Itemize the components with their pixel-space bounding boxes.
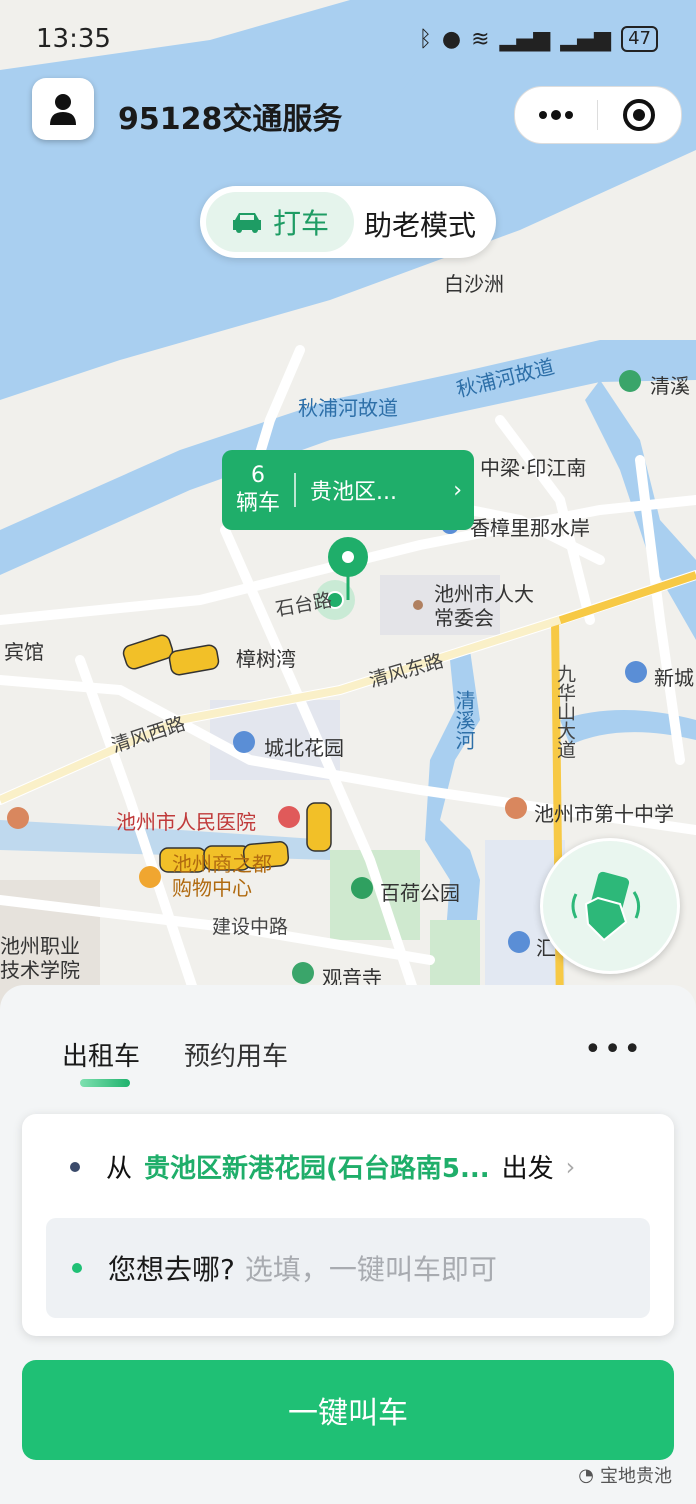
location-icon: ●: [441, 26, 462, 52]
user-profile-button[interactable]: [32, 78, 94, 140]
map-label: 宾馆: [4, 640, 44, 664]
more-dots-icon: [539, 110, 573, 120]
map-label: 池州市第十中学: [534, 802, 674, 826]
map-label: 池州市人大 常委会: [434, 582, 534, 630]
map-label: 秋浦河故道: [298, 396, 398, 420]
map-label: 清溪河: [452, 690, 476, 750]
car-count-unit: 辆车: [235, 491, 280, 516]
map-label: 池州商之都 购物中心: [172, 852, 272, 900]
mode-taxi-label: 打车: [272, 207, 329, 240]
chevron-right-icon: ›: [565, 1152, 576, 1181]
destination-placeholder: 选填，一键叫车即可: [244, 1253, 497, 1286]
battery-icon: 47: [621, 26, 658, 52]
map-label: 池州市人民医院: [116, 810, 256, 834]
mode-taxi-tab[interactable]: 打车: [206, 192, 354, 252]
close-mini-program-button[interactable]: [598, 87, 680, 143]
tab-reserve[interactable]: 预约用车: [184, 1036, 288, 1073]
destination-question: 您想去哪?: [108, 1253, 235, 1286]
wechat-icon: ◔: [578, 1464, 594, 1486]
watermark: ◔ 宝地贵池: [578, 1462, 672, 1488]
map-label: 白沙洲: [444, 272, 504, 296]
car-icon: [232, 213, 261, 233]
mode-switch: 打车 助老模式: [200, 186, 496, 258]
map-label: 樟树湾: [236, 647, 296, 671]
map-label: 新城: [654, 666, 694, 690]
map-label: 城北花园: [264, 736, 344, 760]
address-card: 从 贵池区新港花园(石台路南5... 出发 › 您想去哪? 选填，一键叫车即可: [22, 1114, 674, 1336]
user-icon: [50, 94, 76, 125]
map-label: 九华山大道: [554, 664, 576, 759]
map-label: 中梁·印江南: [480, 456, 587, 480]
pickup-prefix: 从: [106, 1154, 133, 1184]
tab-taxi[interactable]: 出租车: [62, 1036, 140, 1073]
mini-program-capsule: [514, 86, 682, 144]
mode-elder-tab[interactable]: 助老模式: [364, 204, 476, 244]
car-count-number: 6: [251, 463, 265, 488]
status-icons: ᛒ ● ≋ ▂▄▆ ▂▄▆ 47: [419, 26, 658, 52]
nearby-cars-bubble[interactable]: 6 辆车 贵池区... ›: [222, 450, 474, 530]
status-bar: 13:35 ᛒ ● ≋ ▂▄▆ ▂▄▆ 47: [0, 0, 696, 80]
car-count: 6 辆车: [222, 462, 294, 518]
app-title: 95128交通服务: [118, 102, 343, 137]
panel-more-button[interactable]: •••: [584, 1032, 643, 1067]
bubble-divider: [294, 473, 296, 507]
shake-to-call-button[interactable]: [540, 838, 680, 974]
signal-icon: ▂▄▆: [560, 26, 612, 52]
destination-dot-icon: [72, 1263, 82, 1273]
map-label: 建设中路: [212, 916, 289, 938]
pickup-place: 贵池区新港花园(石台路南5...: [144, 1154, 490, 1184]
pickup-dot-icon: [70, 1161, 80, 1172]
bluetooth-icon: ᛒ: [418, 26, 432, 52]
pickup-suffix: 出发: [501, 1154, 554, 1184]
more-options-button[interactable]: [515, 87, 597, 143]
map-label: 清溪: [650, 374, 690, 398]
map-label: 百荷公园: [380, 881, 460, 905]
destination-input[interactable]: 您想去哪? 选填，一键叫车即可: [46, 1218, 650, 1318]
pickup-row[interactable]: 从 贵池区新港花园(石台路南5... 出发 ›: [70, 1148, 575, 1185]
call-taxi-button[interactable]: 一键叫车: [22, 1360, 674, 1460]
status-time: 13:35: [36, 24, 111, 54]
bubble-area-label: 贵池区...: [310, 480, 397, 505]
tab-active-indicator: [80, 1079, 130, 1087]
target-icon: [623, 99, 655, 131]
watermark-text: 宝地贵池: [600, 1466, 672, 1487]
map-label: 香樟里那水岸: [470, 516, 590, 540]
wifi-icon: ≋: [471, 26, 490, 52]
chevron-right-icon: ›: [453, 477, 462, 503]
signal-icon: ▂▄▆: [499, 26, 551, 52]
map-label: 池州职业 技术学院: [0, 934, 80, 982]
shake-phone-icon: [571, 871, 641, 942]
